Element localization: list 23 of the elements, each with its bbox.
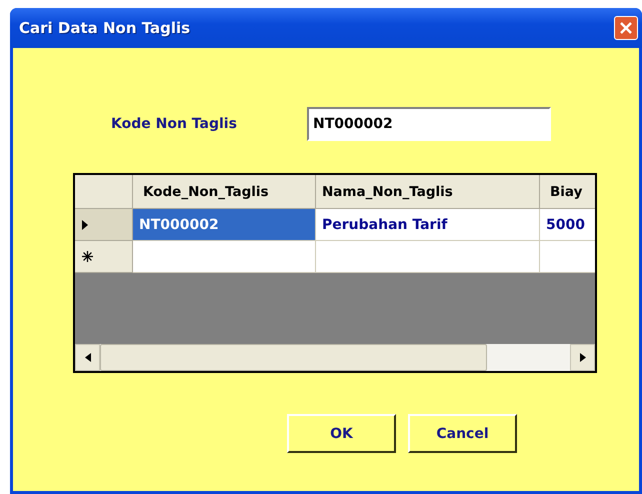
table-cell: NT000002 <box>133 209 316 241</box>
close-icon <box>618 20 634 36</box>
new-row-icon <box>82 251 93 262</box>
cancel-button[interactable]: Cancel <box>408 414 517 453</box>
table-cell: Perubahan Tarif <box>316 209 540 241</box>
current-row-icon <box>82 220 88 230</box>
scroll-right-button[interactable] <box>570 344 595 371</box>
row-header[interactable] <box>75 241 133 273</box>
input-field[interactable]: NT000002 <box>307 107 551 141</box>
ok-button[interactable]: OK <box>287 414 396 453</box>
right-arrow-icon <box>580 353 586 362</box>
scroll-left-button[interactable] <box>75 344 100 371</box>
column-header[interactable]: Nama_Non_Taglis <box>316 175 540 209</box>
field-label: Kode Non Taglis <box>111 116 238 132</box>
table-cell: 5000 <box>540 209 595 241</box>
left-arrow-icon <box>84 353 90 362</box>
horizontal-scrollbar[interactable] <box>75 344 595 371</box>
column-header[interactable]: Biay <box>540 175 595 209</box>
close-button[interactable] <box>614 16 638 40</box>
scroll-thumb[interactable] <box>100 344 487 371</box>
window-title: Cari Data Non Taglis <box>19 19 192 37</box>
column-header[interactable]: Kode_Non_Taglis <box>133 175 316 209</box>
corner-cell <box>75 175 133 209</box>
